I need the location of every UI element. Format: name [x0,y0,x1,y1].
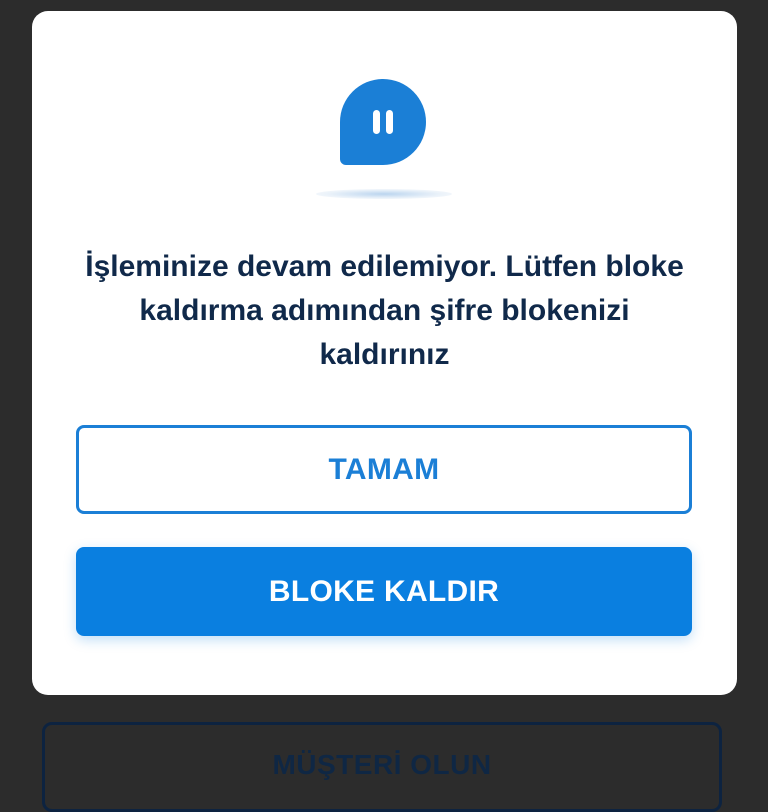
unblock-button-label: BLOKE KALDIR [268,574,500,608]
ok-button[interactable]: TAMAM [76,425,692,514]
pause-bar-left [373,110,380,134]
blocked-dialog: İşleminize devam edilemiyor. Lütfen blok… [32,11,737,695]
icon-shadow [316,189,452,199]
become-customer-label: MÜŞTERİ OLUN [272,749,492,780]
pause-chat-bubble-icon [304,75,464,199]
unblock-button[interactable]: BLOKE KALDIR [76,547,692,636]
ok-button-label: TAMAM [328,452,440,486]
dialog-message: İşleminize devam edilemiyor. Lütfen blok… [85,250,684,371]
become-customer-button: MÜŞTERİ OLUN [42,722,722,812]
pause-bar-right [386,110,393,134]
chat-bubble-icon [340,79,426,165]
